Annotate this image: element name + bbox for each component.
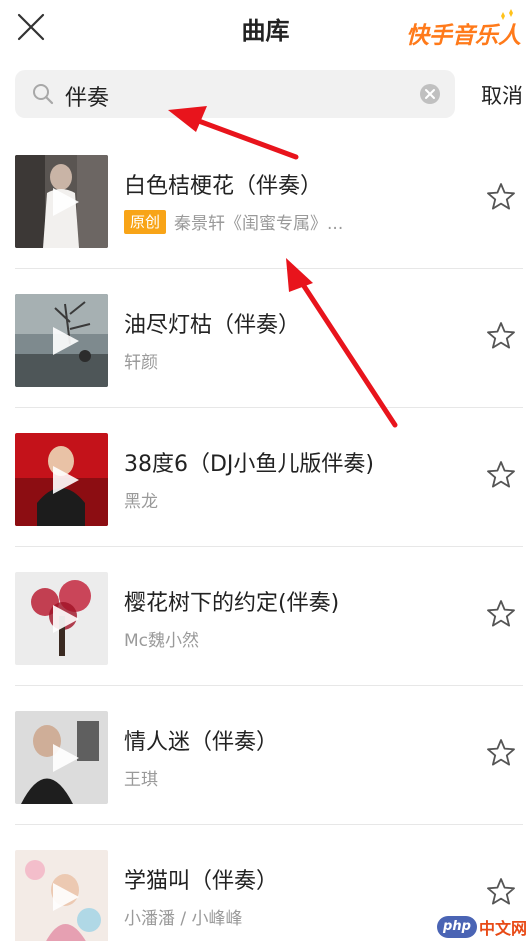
star-icon[interactable] (485, 876, 517, 908)
song-cover[interactable] (15, 433, 108, 526)
brand-text: 快手音乐人 (406, 23, 521, 49)
song-title: 白色桔梗花（伴奏） (124, 174, 323, 199)
song-cover[interactable] (15, 294, 108, 387)
play-icon (52, 604, 79, 633)
song-artist: Mc魏小然 (124, 631, 200, 651)
play-icon (52, 465, 79, 494)
play-icon (52, 326, 79, 355)
play-icon (52, 743, 79, 772)
song-meta: 原创 秦景轩《闺蜜专属》... (124, 209, 343, 234)
header: 曲库 快手音乐人 (0, 0, 531, 56)
song-list: 白色桔梗花（伴奏） 原创 秦景轩《闺蜜专属》... 油尽灯枯（伴奏） 轩颜 38… (0, 130, 531, 941)
song-cover[interactable] (15, 572, 108, 665)
song-title: 38度6（DJ小鱼儿版伴奏) (124, 452, 375, 477)
song-meta: 王琪 (124, 765, 158, 790)
cancel-button[interactable]: 取消 (481, 80, 523, 110)
play-icon (52, 882, 79, 911)
song-title: 樱花树下的约定(伴奏) (124, 591, 340, 616)
search-icon (33, 84, 54, 105)
list-item[interactable]: 樱花树下的约定(伴奏) Mc魏小然 (0, 547, 531, 686)
star-icon[interactable] (485, 320, 517, 352)
song-artist: 轩颜 (124, 353, 158, 373)
clear-icon[interactable] (419, 83, 441, 105)
star-icon[interactable] (485, 181, 517, 213)
list-item[interactable]: 白色桔梗花（伴奏） 原创 秦景轩《闺蜜专属》... (0, 130, 531, 269)
song-cover[interactable] (15, 711, 108, 804)
song-meta: 小潘潘 / 小峰峰 (124, 904, 243, 929)
search-input[interactable]: 伴奏 (15, 70, 455, 118)
song-cover[interactable] (15, 155, 108, 248)
song-meta: 黑龙 (124, 487, 158, 512)
song-title: 学猫叫（伴奏） (124, 869, 279, 894)
song-artist: 王琪 (124, 770, 158, 790)
song-title: 油尽灯枯（伴奏） (124, 313, 301, 338)
watermark-text: 中文网 (478, 919, 527, 938)
play-icon (52, 187, 79, 216)
original-badge: 原创 (124, 209, 167, 234)
song-meta: 轩颜 (124, 348, 158, 373)
song-artist: 小潘潘 / 小峰峰 (124, 909, 243, 929)
brand-logo: 快手音乐人 (405, 8, 525, 49)
song-artist: 黑龙 (124, 492, 158, 512)
song-meta: Mc魏小然 (124, 626, 199, 651)
list-item[interactable]: 38度6（DJ小鱼儿版伴奏) 黑龙 (0, 408, 531, 547)
song-title: 情人迷（伴奏） (124, 730, 279, 755)
star-icon[interactable] (485, 598, 517, 630)
list-item[interactable]: 情人迷（伴奏） 王琪 (0, 686, 531, 825)
list-item[interactable]: 油尽灯枯（伴奏） 轩颜 (0, 269, 531, 408)
watermark-logo: php (436, 916, 477, 938)
star-icon[interactable] (485, 459, 517, 491)
search-value: 伴奏 (65, 86, 110, 111)
song-artist: 秦景轩《闺蜜专属》... (174, 214, 344, 234)
watermark: php 中文网 (436, 915, 527, 939)
song-cover[interactable] (15, 850, 108, 941)
star-icon[interactable] (485, 737, 517, 769)
